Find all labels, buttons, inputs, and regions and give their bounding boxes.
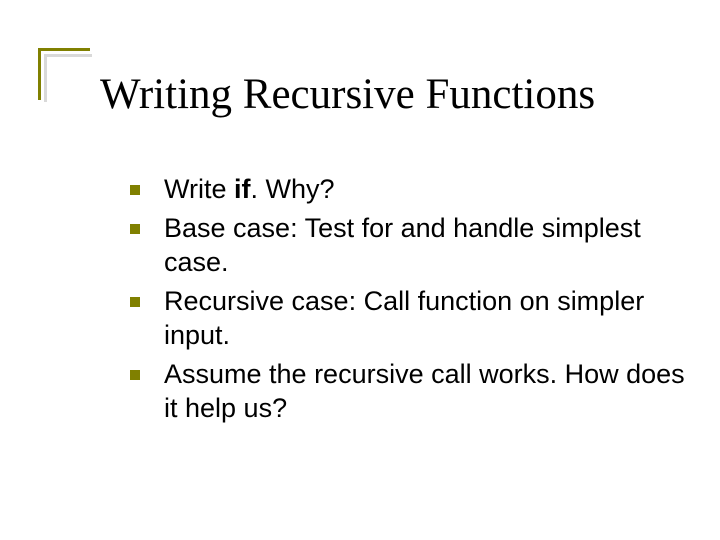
list-item: Base case: Test for and handle simplest … [130, 211, 690, 280]
square-bullet-icon [130, 297, 140, 307]
square-bullet-icon [130, 224, 140, 234]
bullet-text: Write if. Why? [164, 172, 690, 207]
square-bullet-icon [130, 370, 140, 380]
corner-decoration [38, 48, 90, 100]
bullet-text: Base case: Test for and handle simplest … [164, 211, 690, 280]
slide-body: Write if. Why? Base case: Test for and h… [130, 172, 690, 430]
bullet-text: Assume the recursive call works. How doe… [164, 357, 690, 426]
list-item: Write if. Why? [130, 172, 690, 207]
list-item: Recursive case: Call function on simpler… [130, 284, 690, 353]
bullet-text: Recursive case: Call function on simpler… [164, 284, 690, 353]
slide: Writing Recursive Functions Write if. Wh… [0, 0, 720, 540]
slide-title: Writing Recursive Functions [100, 70, 595, 119]
square-bullet-icon [130, 185, 140, 195]
list-item: Assume the recursive call works. How doe… [130, 357, 690, 426]
